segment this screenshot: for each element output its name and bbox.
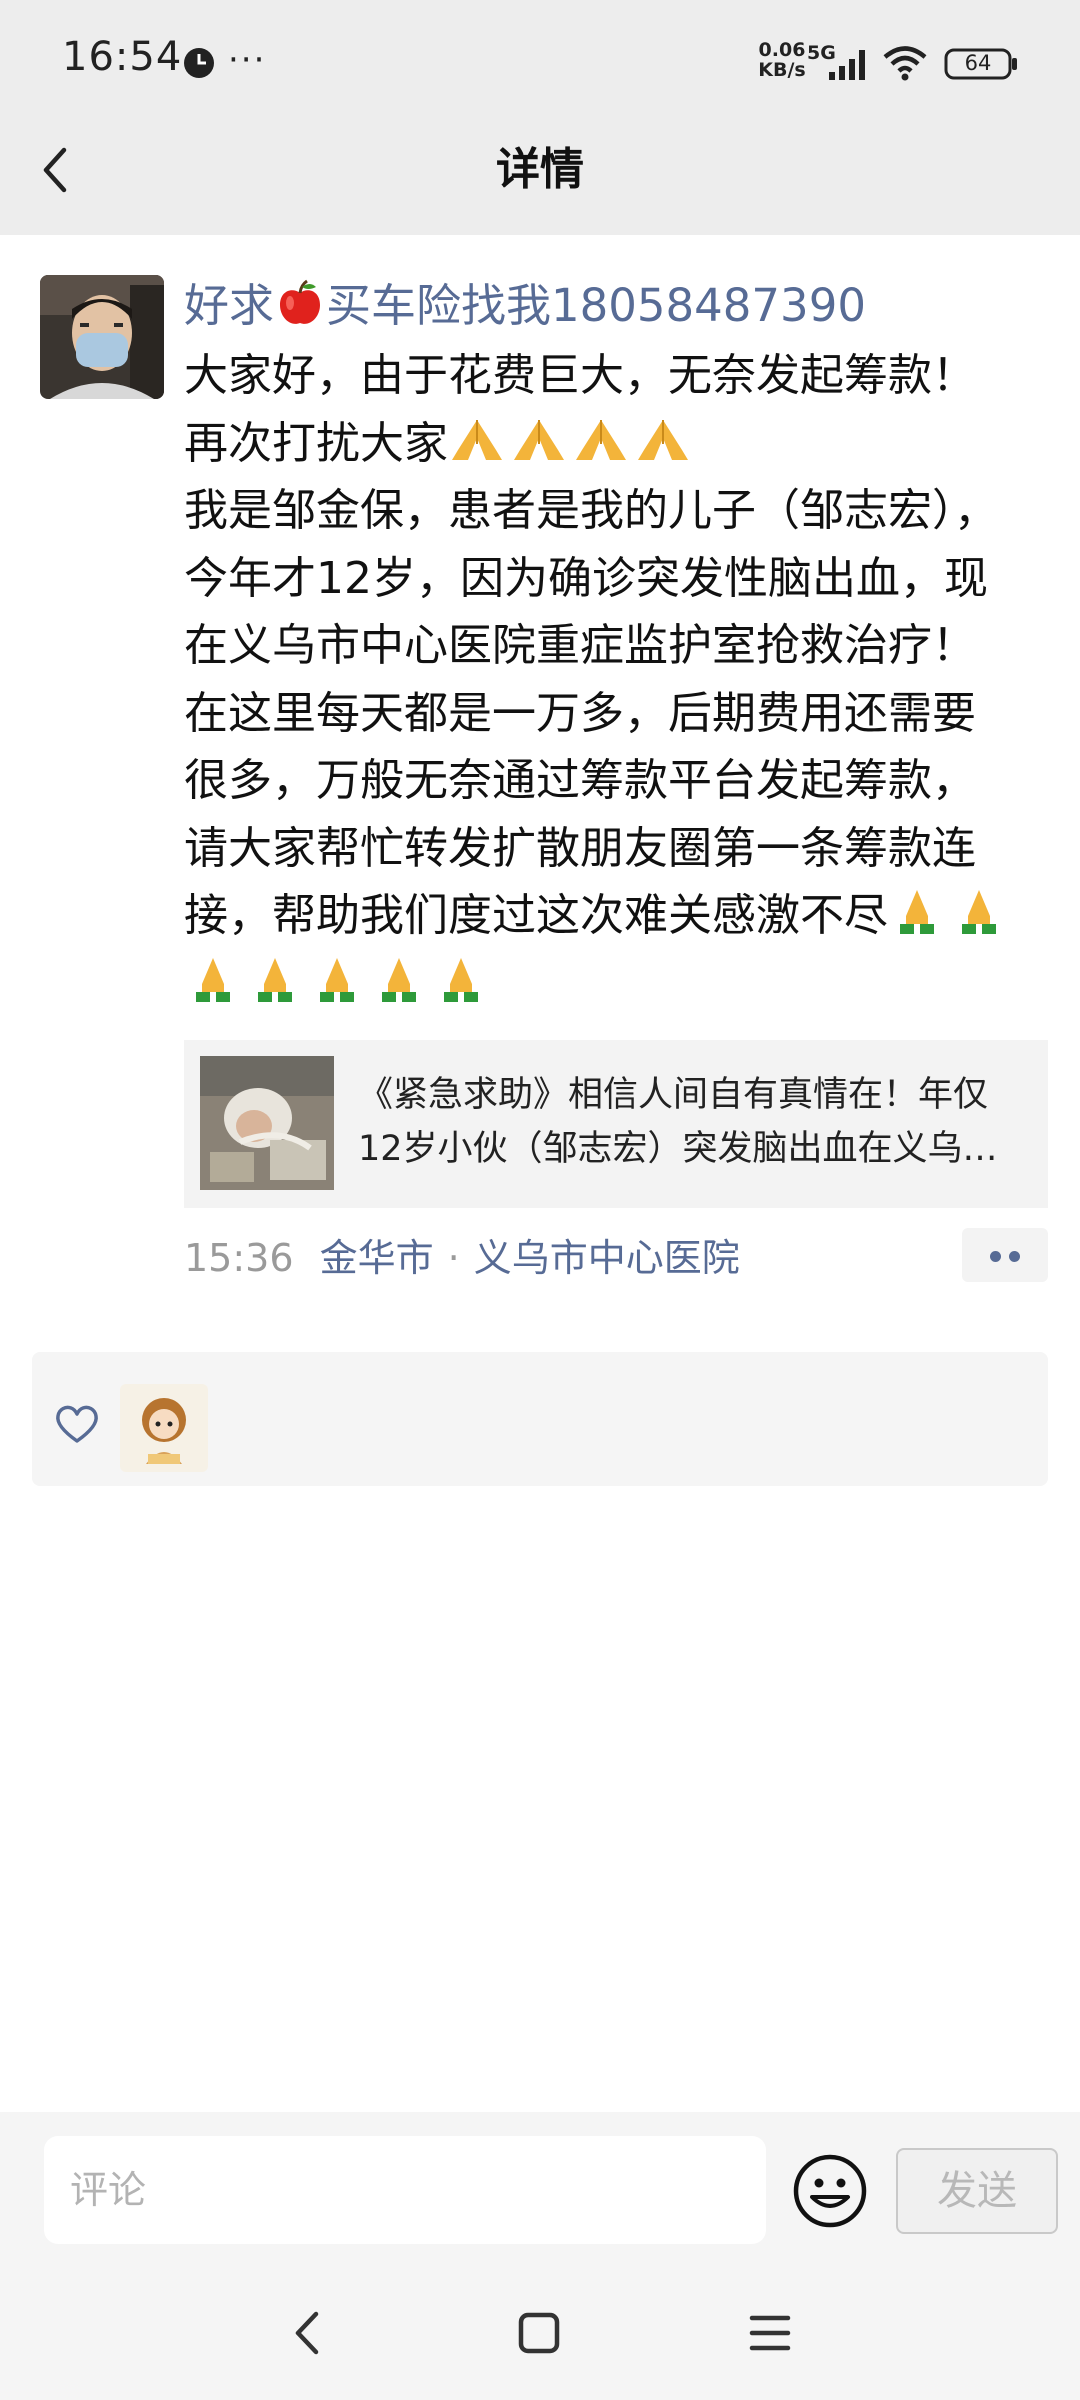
- more-status-icon: ···: [228, 40, 267, 80]
- post-location[interactable]: 义乌市中心医院: [474, 1236, 740, 1280]
- page-title: 详情: [496, 144, 584, 195]
- system-menu-icon[interactable]: [748, 2312, 792, 2354]
- location-separator: ·: [447, 1236, 460, 1280]
- author-name[interactable]: 好求 买车险找我18058487390: [184, 274, 866, 338]
- shared-link-card[interactable]: 《紧急求助》相信人间自有真情在！年仅12岁小伙（邹志宏）突发脑出血在义乌市中心医…: [184, 1040, 1048, 1208]
- post-text-line1: 大家好，由于花费巨大，无奈发起筹款！: [184, 350, 976, 401]
- praying-hands-icon: [320, 957, 354, 1002]
- link-thumbnail: [200, 1056, 334, 1190]
- status-time: 16:54: [62, 34, 183, 80]
- praying-hands-icon: [382, 957, 416, 1002]
- wifi-icon: [883, 46, 927, 81]
- post-meta: 15:36 金华市 · 义乌市中心医院: [184, 1228, 740, 1288]
- signal-icon: [829, 50, 865, 80]
- apple-icon: [280, 279, 321, 324]
- system-home-icon[interactable]: [518, 2312, 560, 2354]
- praying-hands-icon: [514, 419, 564, 460]
- praying-hands-icon: [196, 957, 230, 1002]
- post-text-body: 我是邹金保，患者是我的儿子（邹志宏），今年才12岁，因为确诊突发性脑出血，现在义…: [184, 485, 998, 941]
- dot: [990, 1251, 1001, 1262]
- send-button[interactable]: 发送: [896, 2148, 1058, 2234]
- author-avatar[interactable]: [40, 275, 164, 399]
- clock-icon: [184, 48, 214, 78]
- network-speed-unit: KB/s: [758, 59, 806, 81]
- link-title: 《紧急求助》相信人间自有真情在！年仅12岁小伙（邹志宏）突发脑出血在义乌市中心医…: [358, 1075, 998, 1169]
- chevron-left-icon[interactable]: [36, 140, 72, 200]
- post-time: 15:36: [184, 1236, 294, 1280]
- praying-hands-icon: [258, 957, 292, 1002]
- praying-hands-icon: [900, 890, 934, 934]
- smiley-icon[interactable]: [792, 2153, 868, 2229]
- system-back-icon[interactable]: [290, 2306, 324, 2360]
- heart-outline-icon: [56, 1405, 98, 1443]
- praying-hands-icon: [638, 419, 688, 460]
- comment-input[interactable]: [44, 2136, 766, 2244]
- post-content: 大家好，由于花费巨大，无奈发起筹款！ 再次打扰大家我是邹金保，患者是我的儿子（邹志…: [184, 342, 1014, 1017]
- post-text-line2: 再次打扰大家: [184, 417, 448, 469]
- praying-hands-icon: [452, 419, 502, 460]
- dot: [1009, 1251, 1020, 1262]
- liker-avatar-image: [120, 1384, 208, 1472]
- author-avatar-image: [40, 275, 164, 399]
- praying-hands-icon: [962, 890, 996, 934]
- author-name-suffix: 买车险找我18058487390: [326, 279, 866, 332]
- network-speed-value: 0.06: [758, 39, 806, 61]
- post-city[interactable]: 金华市: [320, 1236, 434, 1280]
- praying-hands-icon: [576, 419, 626, 460]
- praying-hands-icon: [444, 957, 478, 1002]
- battery-level: 64: [964, 51, 992, 75]
- liker-avatar[interactable]: [120, 1384, 208, 1472]
- author-name-prefix: 好求: [184, 279, 275, 332]
- more-actions-button[interactable]: [962, 1228, 1048, 1282]
- network-speed: 0.06 KB/s: [752, 40, 812, 80]
